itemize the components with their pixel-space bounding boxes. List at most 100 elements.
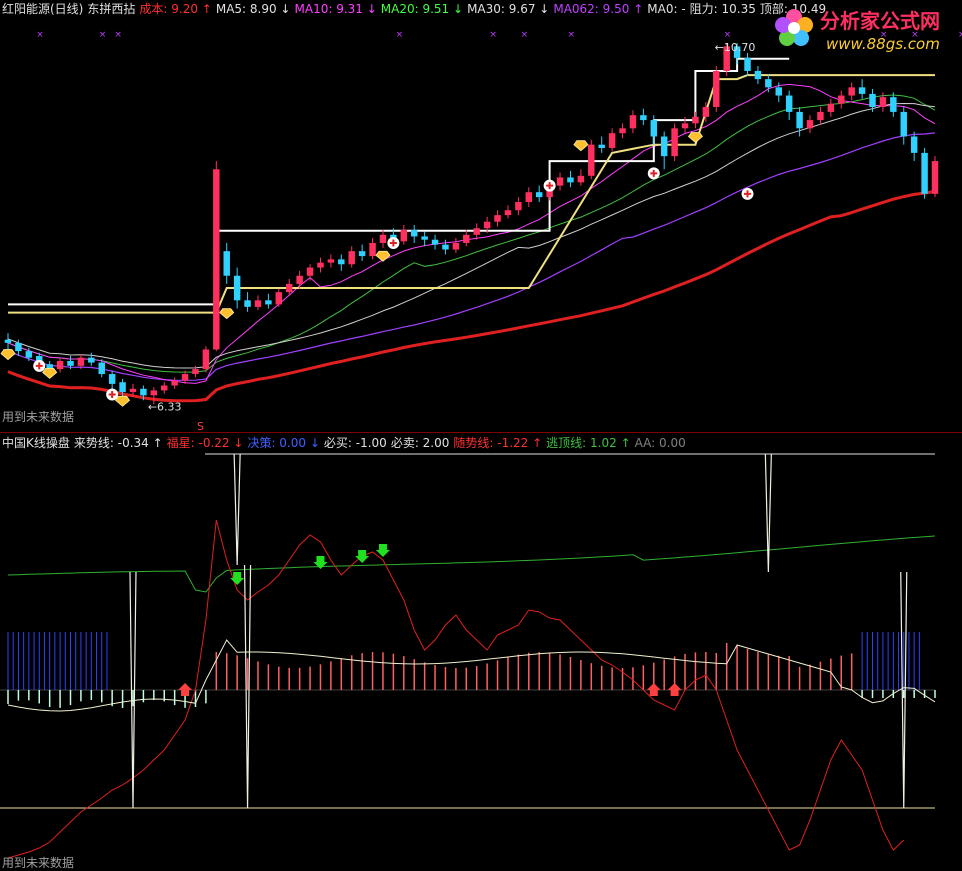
buy-arrow-icon (646, 683, 661, 696)
candle-body (931, 161, 939, 194)
candle-body (161, 385, 168, 391)
candle-body (223, 251, 230, 276)
candle-body (900, 111, 907, 137)
ma30-line (7, 102, 936, 369)
x-marker: × (114, 30, 122, 40)
candle-body (921, 152, 928, 194)
candle-body (98, 362, 105, 375)
candle-body (473, 228, 480, 235)
candle-body (306, 267, 314, 276)
candle-body (358, 251, 366, 257)
candle-body (515, 202, 522, 211)
candle-body (181, 374, 189, 381)
candle-body (442, 244, 449, 250)
candle-body (244, 300, 251, 307)
spike-line (233, 453, 241, 566)
future-data-note-top: 用到未来数据 (2, 410, 75, 424)
candle-body (744, 57, 751, 71)
candle-body (379, 234, 387, 243)
ma062-line (7, 132, 936, 381)
candle-body (869, 93, 876, 107)
candle-body (785, 95, 793, 112)
x-marker: × (489, 30, 497, 40)
candle-body (254, 300, 262, 307)
sub-value-7: AA: 0.00 (634, 436, 686, 450)
cost-line (8, 57, 790, 306)
candle-body (400, 229, 408, 242)
momentum-line (7, 639, 936, 712)
sub-indicator-title: 中国K线操盘 (2, 436, 70, 450)
diamond-signal-icon (42, 368, 58, 379)
candle-body (608, 133, 616, 148)
candle-body (119, 382, 126, 393)
candle-body (348, 251, 355, 265)
candle-body (4, 339, 12, 343)
candle-body (567, 177, 574, 183)
candle-body (765, 79, 772, 88)
candle-body (713, 70, 720, 107)
candle-body (556, 177, 564, 186)
candle-body (504, 210, 512, 216)
candle-body (338, 259, 345, 265)
candle-body (296, 275, 303, 284)
candle-body (598, 144, 605, 148)
candle-body (640, 115, 647, 121)
candle-body (265, 300, 272, 305)
x-marker: × (36, 30, 44, 40)
candle-body (588, 144, 595, 176)
candle-body (140, 388, 147, 396)
candle-body (910, 136, 918, 153)
candle-body (150, 390, 158, 396)
candle-body (317, 262, 324, 268)
x-marker: × (911, 30, 919, 40)
candle-body (535, 192, 543, 198)
diamond-signal-icon (0, 349, 16, 361)
candle-body (525, 192, 533, 203)
sub-value-3: 必买: -1.00 (323, 436, 387, 450)
panel-divider (0, 432, 962, 433)
candle-body (129, 388, 137, 393)
candle-body (56, 360, 64, 370)
sell-arrow-icon (355, 550, 370, 563)
x-marker: × (99, 30, 107, 40)
candle-body (369, 242, 376, 257)
candle-body (660, 136, 668, 157)
candle-body (192, 369, 199, 375)
candle-body (88, 357, 95, 363)
diamond-signal-icon (219, 308, 235, 320)
candle-body (650, 120, 658, 137)
candle-body (838, 95, 845, 104)
candle-body (327, 259, 335, 263)
candle-body (285, 283, 293, 293)
candle-body (77, 357, 85, 366)
signal-s-label: S (197, 420, 204, 433)
x-marker: × (396, 30, 404, 40)
candle-body (692, 116, 699, 124)
candle-body (681, 123, 689, 129)
x-marker: × (724, 30, 732, 40)
candle-body (702, 107, 710, 117)
candle-body (421, 236, 428, 240)
candle-body (754, 70, 762, 80)
sub-value-5: 随势线: -1.22 ↑ (453, 436, 543, 450)
candle-body (202, 349, 210, 370)
candle-body (817, 111, 824, 121)
candle-body (494, 215, 501, 222)
x-marker: × (958, 30, 962, 40)
sub-value-6: 逃顶线: 1.02 ↑ (546, 436, 631, 450)
ma20-line (7, 94, 936, 373)
candle-body (796, 111, 803, 129)
candle-body (619, 128, 626, 134)
candle-body (858, 87, 866, 94)
candle-body (848, 87, 855, 96)
candle-body (890, 97, 897, 112)
candle-body (25, 351, 33, 358)
resistance-line (8, 74, 935, 314)
sub-value-2: 决策: 0.00 ↓ (247, 436, 320, 450)
sub-indicator-values: 来势线: -0.34 ↑ 福星: -0.22 ↓ 决策: 0.00 ↓ 必买: -1.… (74, 436, 690, 450)
candle-body (431, 239, 439, 245)
candle-body (577, 175, 585, 183)
candle-body (67, 360, 74, 366)
sub-chart-header: 中国K线操盘 来势线: -0.34 ↑ 福星: -0.22 ↓ 决策: 0.00 ↓ 必… (2, 435, 694, 451)
sub-value-4: 必卖: 2.00 (390, 436, 450, 450)
